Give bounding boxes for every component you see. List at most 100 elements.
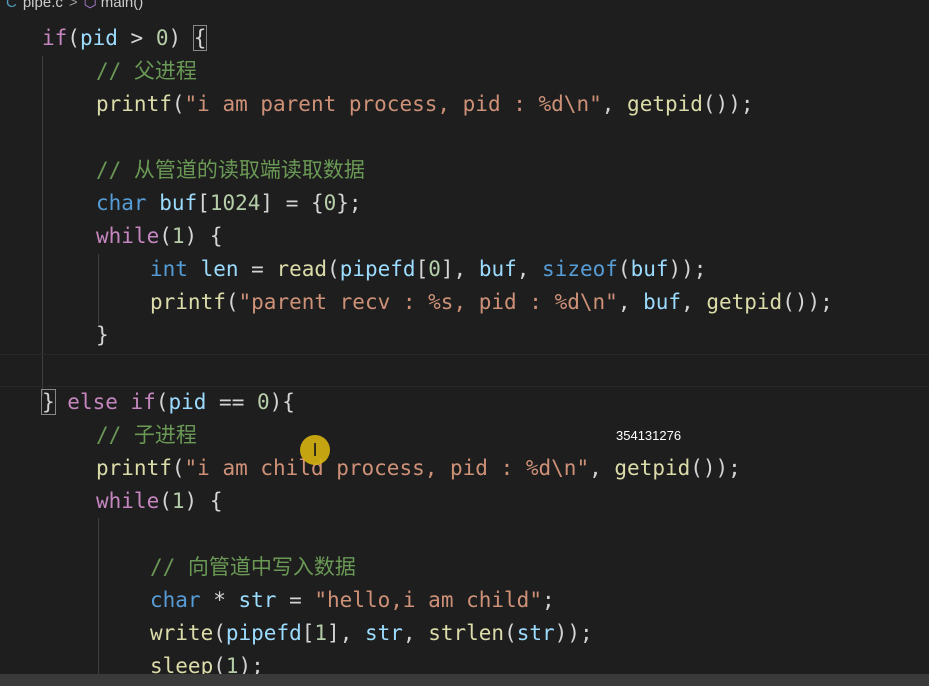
code-token: 0 xyxy=(256,390,270,414)
code-token: char xyxy=(150,588,201,612)
code-string: "i am parent process, pid : %d\n" xyxy=(184,92,602,116)
code-token: ) { xyxy=(184,489,223,513)
code-token: pipefd xyxy=(339,257,416,281)
code-line[interactable]: printf("i am parent process, pid : %d\n"… xyxy=(0,88,929,121)
code-token: ()); xyxy=(782,290,833,314)
code-token: 0 xyxy=(155,26,169,50)
code-comment: // 父进程 xyxy=(96,59,197,83)
code-token: ], xyxy=(327,621,365,645)
code-token: str xyxy=(516,621,555,645)
breadcrumb-symbol[interactable]: main() xyxy=(101,0,144,11)
breadcrumb-file[interactable]: pipe.c xyxy=(23,0,63,11)
code-line[interactable]: printf("parent recv : %s, pid : %d\n", b… xyxy=(0,286,929,319)
code-token: buf xyxy=(643,290,682,314)
code-token: = xyxy=(238,257,277,281)
code-line[interactable]: // 子进程 xyxy=(0,419,929,452)
code-token: , xyxy=(601,92,628,116)
code-token: pipefd xyxy=(225,621,302,645)
code-token: , xyxy=(681,290,707,314)
breadcrumb: Cpipe.c > ⬡ main() xyxy=(0,0,929,14)
code-editor[interactable]: if(pid > 0) { // 父进程 printf("i am parent… xyxy=(0,14,929,686)
code-token: ] = { xyxy=(260,191,324,215)
code-line[interactable]: } xyxy=(0,319,929,352)
code-token: = xyxy=(276,588,315,612)
code-token: 1 xyxy=(171,489,185,513)
code-token: ( xyxy=(617,257,631,281)
code-token: ( xyxy=(159,224,172,248)
code-line[interactable]: int len = read(pipefd[0], buf, sizeof(bu… xyxy=(0,253,929,286)
code-token: ( xyxy=(159,489,172,513)
code-token: else xyxy=(54,390,131,414)
code-token: buf xyxy=(159,191,198,215)
code-token: len xyxy=(200,257,239,281)
code-token: ()); xyxy=(702,92,754,116)
code-comment: // 从管道的读取端读取数据 xyxy=(96,158,365,182)
code-token: printf xyxy=(96,92,172,116)
code-token: printf xyxy=(150,290,226,314)
code-comment: // 向管道中写入数据 xyxy=(150,555,356,579)
code-token: ; xyxy=(541,588,555,612)
code-line[interactable]: char buf[1024] = {0}; xyxy=(0,187,929,220)
code-line[interactable]: while(1) { xyxy=(0,220,929,253)
code-token: , xyxy=(516,257,543,281)
code-token: while xyxy=(96,224,160,248)
matched-bracket: } xyxy=(41,389,56,415)
code-token: str xyxy=(364,621,403,645)
code-token: 1 xyxy=(314,621,328,645)
code-token: [ xyxy=(197,191,210,215)
current-line-highlight xyxy=(0,354,929,387)
code-token: } xyxy=(96,323,109,347)
ibeam-cursor-icon: I xyxy=(312,440,318,461)
code-token: if xyxy=(42,26,68,50)
watermark-text: 354131276 xyxy=(616,428,682,443)
code-token: if xyxy=(130,390,156,414)
code-token: )); xyxy=(668,257,707,281)
code-line[interactable]: // 向管道中写入数据 xyxy=(0,551,929,584)
cube-icon: ⬡ xyxy=(83,0,97,11)
code-token: int xyxy=(150,257,188,281)
code-token: , xyxy=(589,456,615,480)
code-line[interactable]: write(pipefd[1], str, strlen(str)); xyxy=(0,617,929,650)
code-line[interactable]: } else if(pid == 0){ xyxy=(0,386,929,419)
code-token: pid xyxy=(79,26,118,50)
code-token: [ xyxy=(301,621,315,645)
code-token: [ xyxy=(415,257,429,281)
code-token: 1 xyxy=(171,224,185,248)
code-token: buf xyxy=(630,257,669,281)
code-token: str xyxy=(238,588,277,612)
code-token: * xyxy=(200,588,239,612)
code-token: while xyxy=(96,489,160,513)
code-token: 1024 xyxy=(209,191,261,215)
code-token: , xyxy=(402,621,429,645)
code-token: ], xyxy=(440,257,479,281)
code-string: "parent recv : %s, pid : %d\n" xyxy=(238,290,618,314)
code-token: ( xyxy=(504,621,517,645)
code-comment: // 子进程 xyxy=(96,423,197,447)
code-token: read xyxy=(276,257,328,281)
code-token: ( xyxy=(67,26,80,50)
horizontal-scrollbar[interactable] xyxy=(0,674,929,686)
code-token: ()); xyxy=(690,456,741,480)
code-line[interactable]: while(1) { xyxy=(0,485,929,518)
code-token: char xyxy=(96,191,147,215)
code-line[interactable]: // 从管道的读取端读取数据 xyxy=(0,154,929,187)
matched-bracket: { xyxy=(192,25,208,51)
code-token: getpid xyxy=(614,456,691,480)
code-line[interactable]: // 父进程 xyxy=(0,55,929,88)
code-line[interactable]: char * str = "hello,i am child"; xyxy=(0,584,929,617)
code-token: ( xyxy=(327,257,340,281)
code-token: getpid xyxy=(706,290,783,314)
code-token: 0 xyxy=(428,257,441,281)
code-token: ( xyxy=(155,390,169,414)
code-line[interactable]: if(pid > 0) { xyxy=(0,22,929,55)
code-token: getpid xyxy=(627,92,703,116)
code-token: strlen xyxy=(428,621,505,645)
code-string: "i am child process, pid : %d\n" xyxy=(184,456,590,480)
code-token: sizeof xyxy=(542,257,618,281)
code-line[interactable]: printf("i am child process, pid : %d\n",… xyxy=(0,452,929,485)
code-token: ) { xyxy=(184,224,223,248)
code-token: > xyxy=(117,26,156,50)
breadcrumb-separator: > xyxy=(68,0,78,11)
code-token: buf xyxy=(478,257,517,281)
